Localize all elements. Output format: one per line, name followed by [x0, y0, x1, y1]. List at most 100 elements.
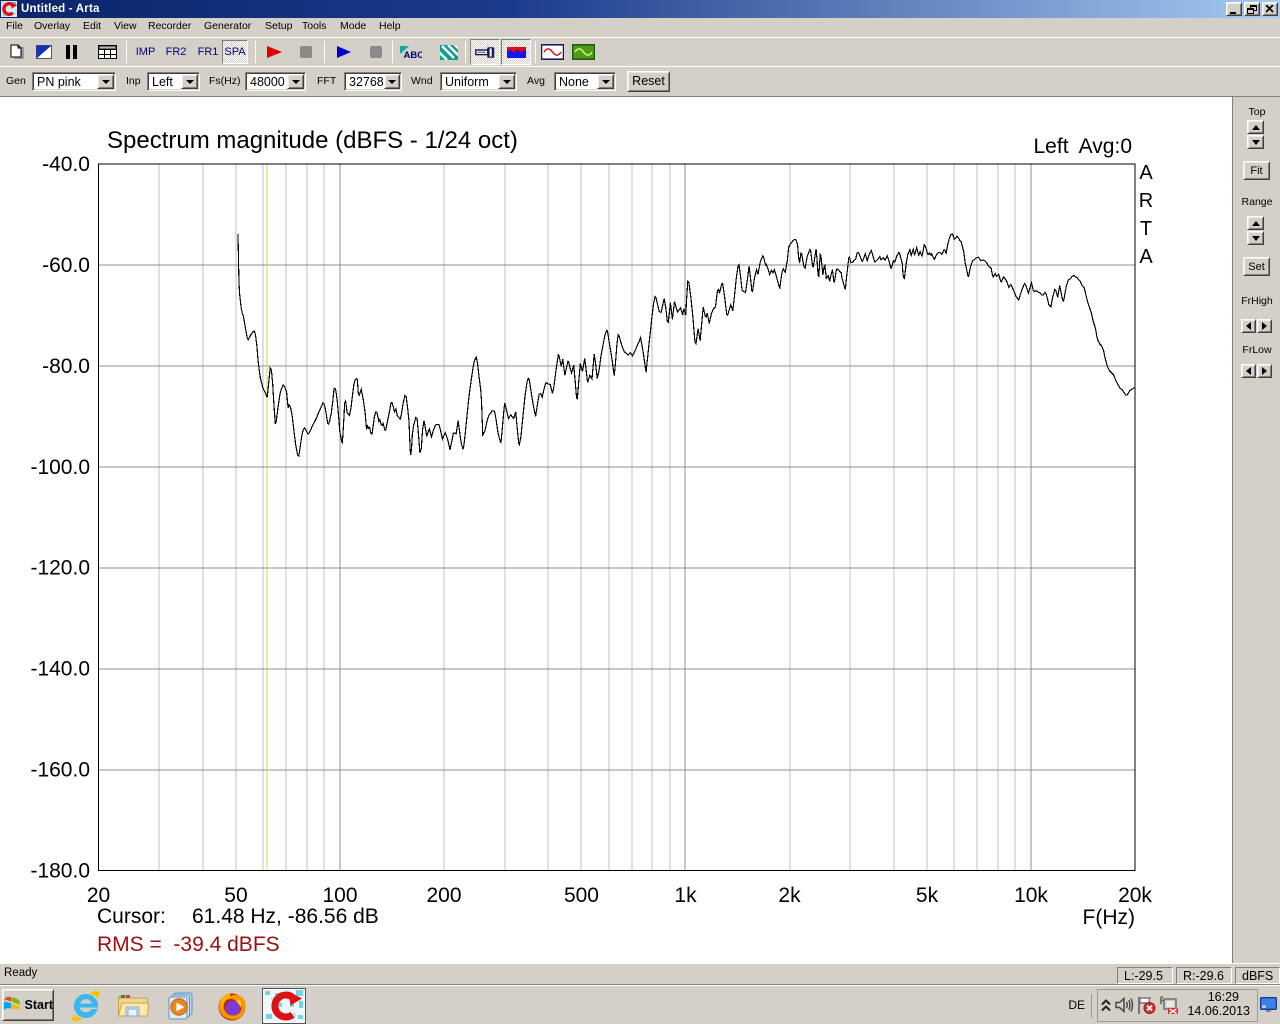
fs-value: 48000 — [246, 75, 287, 89]
chevron-up-icon[interactable] — [1100, 998, 1112, 1013]
frhigh-left-button[interactable] — [1241, 319, 1256, 333]
play-stop-button[interactable] — [363, 40, 388, 64]
wnd-combo[interactable]: Uniform — [440, 72, 517, 91]
y-tick-label: -60.0 — [42, 254, 90, 277]
set-button[interactable]: Set — [1243, 257, 1270, 276]
reset-button[interactable]: Reset — [627, 71, 670, 92]
menu-file[interactable]: File — [6, 20, 23, 32]
down-arrow-icon — [186, 80, 194, 84]
menu-mode[interactable]: Mode — [340, 20, 366, 32]
microphone-button[interactable] — [470, 39, 500, 65]
gen-combo[interactable]: PN pink — [32, 72, 116, 91]
flag-error-icon[interactable] — [1136, 996, 1156, 1015]
down-arrow-icon — [388, 80, 396, 84]
system-tray: DE 16:29 14.06.2013 — [1050, 986, 1280, 1024]
diagonal-overlay-icon — [440, 45, 458, 60]
fft-combo-arrow-icon[interactable] — [384, 74, 400, 89]
toolbar-separator — [255, 41, 256, 63]
mode-fr2-button[interactable]: FR2 — [162, 40, 190, 64]
fit-button[interactable]: Fit — [1243, 161, 1270, 180]
right-arrow-icon — [1262, 322, 1267, 330]
mode-spa-button[interactable]: SPA — [222, 40, 248, 64]
frlow-left-button[interactable] — [1241, 364, 1256, 378]
range-up-button[interactable] — [1247, 216, 1264, 230]
inp-combo[interactable]: Left — [147, 72, 200, 91]
menu-tools[interactable]: Tools — [302, 20, 327, 32]
generator-setup-button[interactable] — [571, 40, 596, 64]
top-up-button[interactable] — [1247, 120, 1264, 134]
pause-bars-button[interactable] — [58, 40, 83, 64]
fs-combo-arrow-icon[interactable] — [287, 74, 304, 89]
avg-combo-arrow-icon[interactable] — [597, 74, 614, 89]
mode-fr1-button[interactable]: FR1 — [194, 40, 222, 64]
close-icon — [1266, 5, 1275, 13]
table-view-button[interactable] — [95, 40, 120, 64]
taskbar: Start — [0, 985, 1280, 1024]
minimize-button[interactable] — [1226, 2, 1242, 16]
fs-combo[interactable]: 48000 — [245, 72, 306, 91]
wnd-value: Uniform — [441, 75, 498, 89]
y-tick-label: -160.0 — [30, 759, 90, 782]
x-axis-label: F(Hz) — [1083, 906, 1135, 929]
menu-overlay[interactable]: Overlay — [34, 20, 70, 32]
grid-table-icon — [98, 45, 117, 59]
firefox-icon[interactable] — [216, 990, 248, 1022]
wnd-combo-arrow-icon[interactable] — [498, 74, 515, 89]
frlow-right-button[interactable] — [1257, 364, 1272, 378]
show-desktop-icon[interactable] — [1260, 997, 1277, 1013]
arta-logo-icon — [263, 989, 305, 1023]
inp-combo-arrow-icon[interactable] — [181, 74, 198, 89]
signal-generator-button[interactable] — [540, 40, 565, 64]
language-indicator[interactable]: DE — [1068, 998, 1085, 1012]
frhigh-right-button[interactable] — [1257, 319, 1272, 333]
menu-setup[interactable]: Setup — [265, 20, 292, 32]
fft-combo[interactable]: 32768 — [344, 72, 402, 91]
volume-icon[interactable] — [1115, 996, 1134, 1014]
label-abc-button[interactable]: ABC — [398, 40, 423, 64]
menu-generator[interactable]: Generator — [204, 20, 251, 32]
menu-recorder[interactable]: Recorder — [148, 20, 191, 32]
window-title: Untitled - Arta — [21, 3, 100, 15]
overlay-pattern-button[interactable] — [436, 40, 461, 64]
menu-help[interactable]: Help — [379, 20, 401, 32]
media-player-icon[interactable] — [166, 990, 198, 1022]
gen-combo-arrow-icon[interactable] — [97, 74, 114, 89]
side-control-panel: Top Fit Range Set FrHigh FrLow — [1232, 97, 1280, 964]
down-arrow-icon — [102, 80, 110, 84]
arta-task-button[interactable] — [262, 988, 306, 1024]
main-toolbar: IMP FR2 FR1 SPA ABC — [0, 37, 1280, 66]
play-button[interactable] — [331, 40, 356, 64]
menu-edit[interactable]: Edit — [83, 20, 101, 32]
overlay-color-button[interactable] — [31, 40, 56, 64]
arta-watermark: A — [1139, 162, 1153, 184]
status-bar: Ready L:-29.5 R:-29.6 dBFS — [0, 963, 1280, 985]
up-arrow-icon — [1252, 125, 1260, 130]
stop-gray-icon — [370, 46, 382, 58]
top-down-button[interactable] — [1247, 135, 1264, 149]
spectrum-mountain-icon — [507, 47, 526, 58]
internet-explorer-icon[interactable] — [70, 990, 102, 1022]
close-button[interactable] — [1262, 2, 1278, 16]
record-stop-button[interactable] — [293, 40, 318, 64]
menu-view[interactable]: View — [114, 20, 137, 32]
frlow-label: FrLow — [1233, 344, 1280, 356]
sine-red-icon — [541, 44, 564, 60]
restore-button[interactable] — [1244, 2, 1260, 16]
spectrum-analyzer-button[interactable] — [501, 39, 531, 65]
toolbar-separator — [324, 41, 325, 63]
toolbar-separator — [392, 41, 393, 63]
mode-imp-button[interactable]: IMP — [133, 40, 158, 64]
windows-logo-icon — [3, 995, 22, 1015]
rms-readout: RMS = -39.4 dBFS — [97, 933, 280, 956]
start-button[interactable]: Start — [2, 989, 54, 1021]
new-document-button[interactable] — [5, 40, 30, 64]
spectrum-chart[interactable]: -40.0-60.0-80.0-100.0-120.0-140.0-160.0-… — [0, 97, 1232, 964]
record-button[interactable] — [262, 40, 287, 64]
stop-gray-icon — [300, 46, 312, 58]
network-error-icon[interactable] — [1159, 996, 1180, 1015]
file-explorer-icon[interactable] — [117, 990, 149, 1022]
range-down-button[interactable] — [1247, 231, 1264, 245]
start-label: Start — [25, 998, 53, 1012]
gen-value: PN pink — [33, 75, 97, 89]
avg-combo[interactable]: None — [554, 72, 616, 91]
